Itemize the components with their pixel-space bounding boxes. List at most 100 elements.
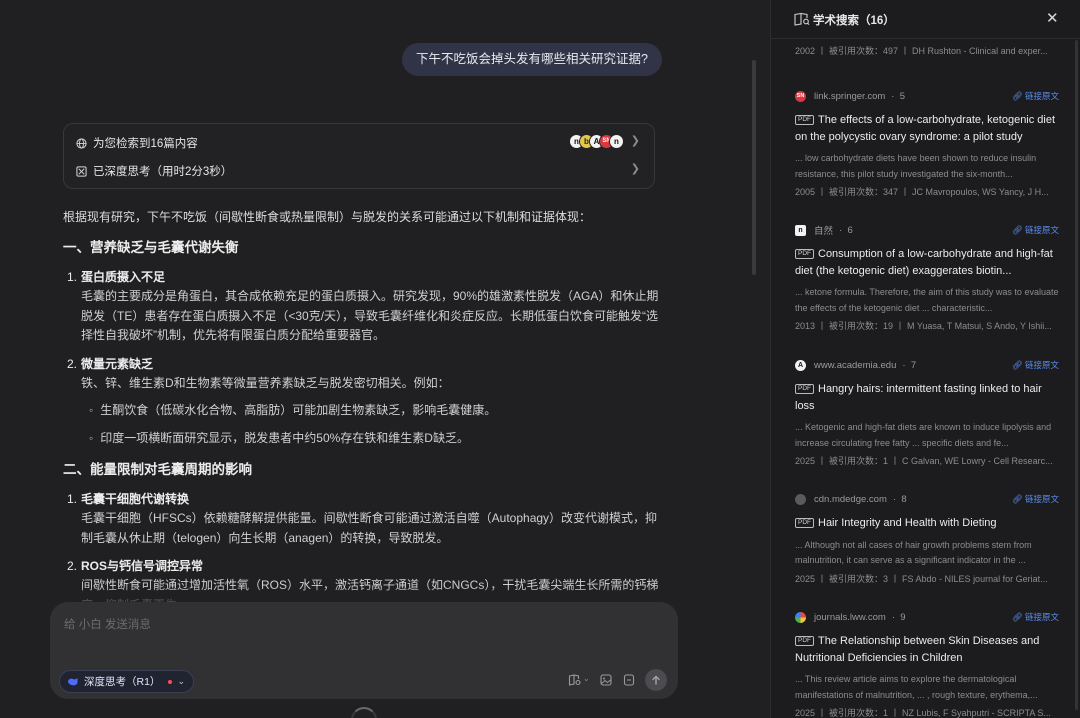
chat-main: 下午不吃饭会掉头发有哪些相关研究证据? 为您检索到16篇内容 n b A SN … <box>0 0 770 718</box>
link-icon: 🔗︎ <box>1011 494 1023 504</box>
source-favicon-n2-icon: n <box>609 134 624 149</box>
result-snippet: ... Although not all cases of hair growt… <box>795 539 1032 566</box>
link-original[interactable]: 🔗︎ 链接原文 <box>1012 90 1059 102</box>
source-domain: journals.lww.com <box>814 611 886 623</box>
send-arrow-icon <box>652 675 660 685</box>
result-rank: 7 <box>910 359 917 371</box>
result-title-text: Consumption of a low-carbohydrate and hi… <box>795 248 1053 277</box>
result-rank: 9 <box>900 611 906 623</box>
image-icon[interactable] <box>599 673 613 687</box>
partial-result-meta: 2002 丨 被引用次数：497 丨 DH Rushton - Clinical… <box>795 46 1048 56</box>
message-composer: 深度思考（R1） ⌄ ⌄ <box>50 602 678 699</box>
search-summary-card: 为您检索到16篇内容 n b A SN n ❯ 已深度思考（用时2分3秒） ❯ <box>63 123 655 189</box>
result-rank: 5 <box>899 90 906 102</box>
result-title[interactable]: PDF Hair Integrity and Health with Dietin… <box>795 515 1059 532</box>
user-message-bubble: 下午不吃饭会掉头发有哪些相关研究证据? <box>402 43 662 76</box>
academia-icon: A <box>795 359 806 371</box>
link-original[interactable]: 🔗︎ 链接原文 <box>1012 493 1059 505</box>
result-meta: 2025 丨 被引用次数：1 丨 NZ Lubis, F Syahputri -… <box>795 708 1051 718</box>
panel-header: 学术搜索（16） ✕ <box>771 0 1080 38</box>
search-found-label: 为您检索到16篇内容 <box>93 138 198 150</box>
link-label: 链接原文 <box>1024 360 1059 370</box>
source-favicons: n b A SN n <box>569 134 624 149</box>
result-item[interactable]: n 自然 · 6 🔗︎ 链接原文 PDF Consumption of a low… <box>795 222 1059 333</box>
result-meta: 2025 丨 被引用次数：3 丨 FS Abdo - NILES journal… <box>795 573 1048 584</box>
result-meta: 2005 丨 被引用次数：347 丨 JC Mavropoulos, WS Ya… <box>795 187 1049 197</box>
attach-icon[interactable] <box>622 673 636 687</box>
link-label: 链接原文 <box>1024 612 1059 622</box>
result-title[interactable]: PDF Consumption of a low-carbohydrate and… <box>795 246 1059 279</box>
panel-scrollbar[interactable] <box>1075 40 1078 710</box>
search-book-icon[interactable] <box>568 673 582 687</box>
link-icon: 🔗︎ <box>1011 225 1023 235</box>
lww-icon <box>795 611 806 623</box>
section-heading-2: 二、能量限制对毛囊周期的影响 <box>63 462 252 477</box>
link-original[interactable]: 🔗︎ 链接原文 <box>1012 224 1059 236</box>
thinking-icon <box>76 165 87 177</box>
deep-thinking-label: 已深度思考（用时2分3秒） <box>93 166 233 178</box>
result-rank: 8 <box>901 493 907 505</box>
result-title-text: The Relationship between Skin Diseases a… <box>795 635 1040 664</box>
search-book-icon <box>794 12 810 26</box>
globe-icon <box>76 137 87 149</box>
mdedge-icon <box>795 493 806 505</box>
result-snippet: ... This review article aims to explore … <box>795 674 1038 700</box>
close-icon[interactable]: ✕ <box>1046 9 1059 27</box>
result-item[interactable]: cdn.mdedge.com · 8 🔗︎ 链接原文 PDF Hair Integ… <box>795 491 1059 586</box>
search-results-row[interactable]: 为您检索到16篇内容 <box>76 133 198 153</box>
message-input[interactable] <box>64 616 654 642</box>
pdf-badge: PDF <box>795 249 814 259</box>
result-meta: 2025 丨 被引用次数：1 丨 C Galvan, WE Lowry - Ce… <box>795 456 1053 466</box>
result-item[interactable]: A www.academia.edu · 7 🔗︎ 链接原文 PDF Hangry… <box>795 357 1059 468</box>
chevron-down-icon[interactable]: ⌄ <box>583 674 590 683</box>
list-item: 1. 蛋白质摄入不足 毛囊的主要成分是角蛋白，其合成依赖充足的蛋白质摄入。研究发现… <box>67 267 663 346</box>
item-body: 毛囊的主要成分是角蛋白，其合成依赖充足的蛋白质摄入。研究发现，90%的雄激素性脱… <box>81 289 659 342</box>
link-label: 链接原文 <box>1024 225 1059 235</box>
chat-scrollbar[interactable] <box>752 60 756 275</box>
item-title: 毛囊干细胞代谢转换 <box>81 492 190 506</box>
sub-list: 生酮饮食（低碳水化合物、高脂肪）可能加剧生物素缺乏，影响毛囊健康。 印度一项横断… <box>89 399 663 449</box>
result-title-text: Hair Integrity and Health with Dieting <box>818 517 997 529</box>
link-label: 链接原文 <box>1024 494 1059 504</box>
source-domain: www.academia.edu <box>814 359 897 371</box>
result-item[interactable]: SN link.springer.com · 5 🔗︎ 链接原文 PDF The … <box>795 88 1059 199</box>
springer-icon: SN <box>795 90 806 102</box>
sub-list-item: 生酮饮食（低碳水化合物、高脂肪）可能加剧生物素缺乏，影响毛囊健康。 <box>89 399 663 421</box>
source-domain: 自然 <box>814 226 834 237</box>
item-title: 微量元素缺乏 <box>81 356 154 371</box>
link-original[interactable]: 🔗︎ 链接原文 <box>1012 611 1059 623</box>
source-domain: link.springer.com <box>814 90 886 102</box>
chevron-down-icon: ⌄ <box>177 676 185 686</box>
answer-intro: 根据现有研究，下午不吃饭（间歇性断食或热量限制）与脱发的关系可能通过以下机制和证… <box>63 210 592 224</box>
item-title: 蛋白质摄入不足 <box>81 270 166 284</box>
item-body: 毛囊干细胞（HFSCs）依赖糖酵解提供能量。间歇性断食可能通过激活自噬（Auto… <box>81 511 658 545</box>
deep-think-toggle[interactable]: 深度思考（R1） ⌄ <box>59 670 194 693</box>
deep-thinking-row[interactable]: 已深度思考（用时2分3秒） <box>76 161 232 181</box>
chevron-right-icon[interactable]: ❯ <box>631 162 640 175</box>
link-icon: 🔗︎ <box>1011 360 1023 370</box>
result-rank: 6 <box>847 224 853 236</box>
result-title-text: The effects of a low-carbohydrate, ketog… <box>795 114 1056 143</box>
link-original[interactable]: 🔗︎ 链接原文 <box>1012 359 1059 371</box>
result-title[interactable]: PDF The effects of a low-carbohydrate, ke… <box>795 112 1059 145</box>
chevron-right-icon[interactable]: ❯ <box>631 134 640 147</box>
result-title[interactable]: PDF The Relationship between Skin Disease… <box>795 633 1059 666</box>
result-title[interactable]: PDF Hangry hairs: intermittent fasting li… <box>795 381 1059 414</box>
send-button[interactable] <box>645 669 667 691</box>
nature-icon: n <box>795 224 806 236</box>
results-scroll-area[interactable]: 2002 丨 被引用次数：497 丨 DH Rushton - Clinical… <box>771 39 1080 718</box>
result-item[interactable]: journals.lww.com · 9 🔗︎ 链接原文 PDF The Rela… <box>795 609 1059 718</box>
pdf-badge: PDF <box>795 636 814 646</box>
result-snippet: ... low carbohydrate diets have been sho… <box>795 153 1037 179</box>
item-title: ROS与钙信号调控异常 <box>81 559 204 573</box>
result-title-text: Hangry hairs: intermittent fasting linke… <box>795 383 1042 412</box>
result-snippet: ... Ketogenic and high-fat diets are kno… <box>795 422 1052 448</box>
whale-icon <box>68 677 78 685</box>
panel-title: 学术搜索（16） <box>813 15 895 27</box>
result-meta: 2013 丨 被引用次数：19 丨 M Yuasa, T Matsui, S A… <box>795 321 1052 331</box>
list-item: 2. 微量元素缺乏 铁、锌、维生素D和生物素等微量营养素缺乏与脱发密切相关。例如：… <box>67 354 663 450</box>
link-icon: 🔗︎ <box>1011 91 1023 101</box>
pdf-badge: PDF <box>795 518 814 528</box>
sub-list-item: 印度一项横断面研究显示，脱发患者中约50%存在铁和维生素D缺乏。 <box>89 427 663 449</box>
section1-list: 1. 蛋白质摄入不足 毛囊的主要成分是角蛋白，其合成依赖充足的蛋白质摄入。研究发现… <box>67 267 663 449</box>
